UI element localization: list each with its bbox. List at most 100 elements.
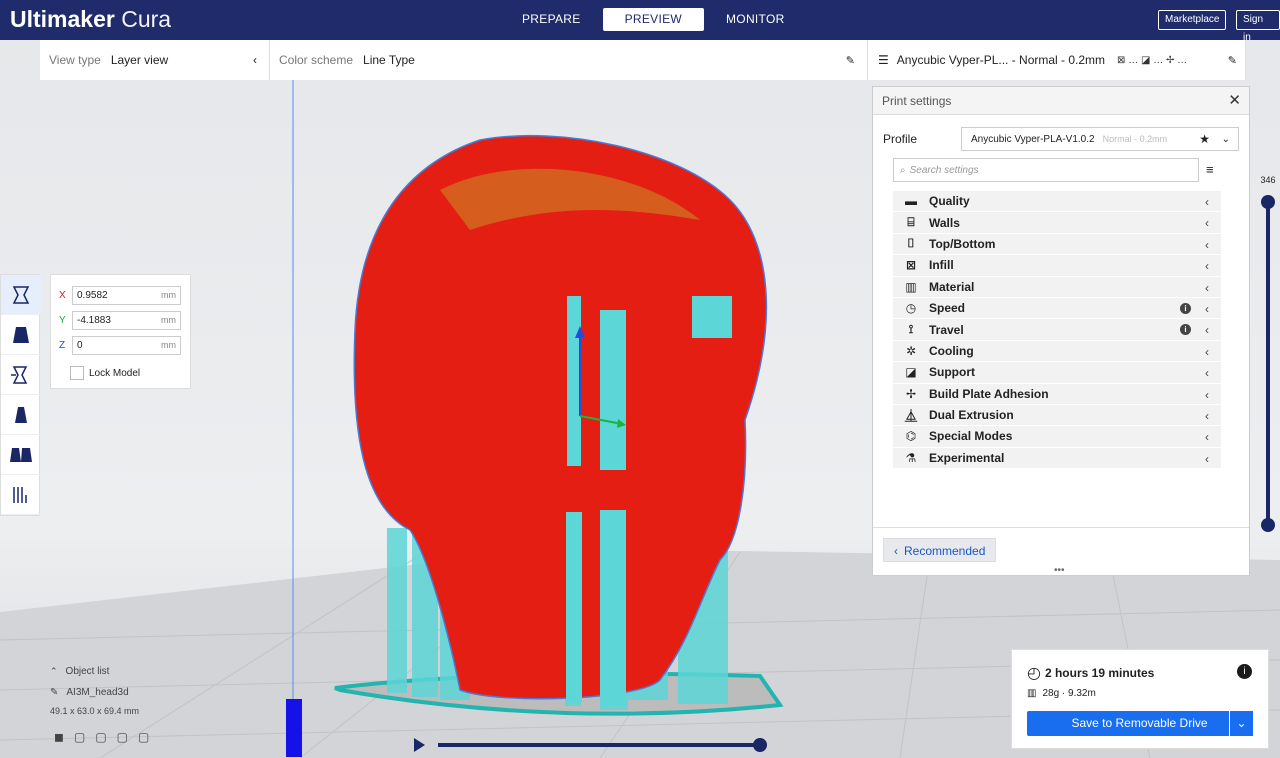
- print-time: 2 hours 19 minutes: [1044, 666, 1155, 680]
- per-model-settings-tool[interactable]: [1, 435, 41, 475]
- category-build-plate-adhesion[interactable]: ✢ Build Plate Adhesion ‹: [893, 383, 1221, 405]
- category-speed[interactable]: ◷ Speed i ‹: [893, 297, 1221, 320]
- chevron-down-icon[interactable]: ⌄: [1229, 711, 1253, 736]
- y-unit: mm: [161, 315, 176, 325]
- search-icon: ⌕: [900, 164, 906, 176]
- category-material[interactable]: ▥ Material ‹: [893, 276, 1221, 298]
- object-name: AI3M_head3d: [66, 687, 129, 698]
- marketplace-button[interactable]: Marketplace: [1158, 10, 1227, 30]
- profile-value: Anycubic Vyper-PLA-V1.0.2: [971, 133, 1095, 145]
- print-time-row: ◴ 2 hours 19 minutes: [1027, 663, 1154, 683]
- z-unit: mm: [161, 340, 176, 350]
- color-scheme-value: Line Type: [363, 53, 415, 67]
- chevron-left-icon: ‹: [1205, 301, 1209, 316]
- category-top-bottom[interactable]: ⌷ Top/Bottom ‹: [893, 233, 1221, 256]
- color-scheme-label: Color scheme: [279, 53, 354, 67]
- info-icon[interactable]: i: [1237, 664, 1252, 679]
- right-view-icon[interactable]: ▢: [138, 730, 149, 744]
- category-infill[interactable]: ⊠ Infill ‹: [893, 255, 1221, 277]
- z-coordinate: Z 0 mm: [59, 335, 181, 355]
- 3d-view-icon[interactable]: ◼: [54, 730, 64, 744]
- app-logo: Ultimaker Cura: [10, 6, 172, 32]
- layer-max-value: 346: [1260, 175, 1276, 185]
- chevron-left-icon: ‹: [1205, 259, 1209, 274]
- profile-sub: Normal - 0.2mm: [1102, 134, 1168, 144]
- save-to-drive-button[interactable]: Save to Removable Drive: [1027, 711, 1252, 736]
- sign-in-button[interactable]: Sign in: [1236, 10, 1280, 43]
- close-icon[interactable]: ✕: [1228, 87, 1241, 115]
- x-value: 0.9582: [77, 289, 108, 301]
- axis-indicator: [286, 699, 302, 757]
- rotate-tool[interactable]: [1, 355, 41, 395]
- pencil-icon[interactable]: ✎: [1228, 54, 1237, 67]
- category-dual-extrusion[interactable]: ⏅ Dual Extrusion ‹: [893, 404, 1221, 427]
- stage-monitor[interactable]: MONITOR: [704, 8, 807, 31]
- path-slider-handle[interactable]: [753, 738, 767, 752]
- stage-prepare[interactable]: PREPARE: [500, 8, 603, 31]
- material-usage: 28g · 9.32m: [1042, 688, 1096, 699]
- view-type-bar[interactable]: View type Layer view ‹: [40, 40, 270, 80]
- view-type-label: View type: [49, 53, 101, 67]
- y-input[interactable]: -4.1883 mm: [72, 310, 181, 330]
- object-list-title: Object list: [65, 666, 110, 677]
- layer-slider-bottom-handle[interactable]: [1261, 518, 1275, 532]
- x-input[interactable]: 0.9582 mm: [72, 285, 181, 305]
- print-result-panel: ◴ 2 hours 19 minutes i ▥ 28g · 9.32m Sav…: [1011, 649, 1269, 749]
- panel-resize-handle[interactable]: •••: [1054, 565, 1065, 576]
- search-settings-input[interactable]: ⌕ Search settings: [893, 158, 1199, 182]
- pencil-icon[interactable]: ✎: [846, 54, 855, 67]
- recommended-label: Recommended: [904, 544, 986, 558]
- object-list-toggle[interactable]: ⌃ Object list: [50, 666, 149, 677]
- category-cooling[interactable]: ✲ Cooling ‹: [893, 340, 1221, 363]
- printer-settings-bar[interactable]: ☰ Anycubic Vyper-PL... - Normal - 0.2mm …: [868, 40, 1246, 80]
- category-quality[interactable]: ▬ Quality ‹: [893, 191, 1221, 213]
- info-icon[interactable]: i: [1180, 302, 1191, 314]
- category-walls[interactable]: ⌸ Walls ‹: [893, 212, 1221, 234]
- x-unit: mm: [161, 290, 176, 300]
- lock-model[interactable]: Lock Model: [70, 366, 140, 380]
- category-experimental[interactable]: ⚗ Experimental ‹: [893, 447, 1221, 470]
- mirror-tool[interactable]: [1, 395, 41, 435]
- pencil-icon[interactable]: ✎: [50, 687, 58, 698]
- chevron-left-icon: ‹: [1205, 430, 1209, 445]
- front-view-icon[interactable]: ▢: [74, 730, 85, 744]
- category-label: Special Modes: [929, 429, 1013, 444]
- dual-extrusion-icon: ⏅: [904, 408, 917, 423]
- left-view-icon[interactable]: ▢: [117, 730, 128, 744]
- profile-dropdown[interactable]: Anycubic Vyper-PLA-V1.0.2 Normal - 0.2mm…: [961, 127, 1239, 151]
- profile-row: Profile Anycubic Vyper-PLA-V1.0.2 Normal…: [883, 127, 1243, 151]
- move-panel: X 0.9582 mm Y -4.1883 mm Z 0 mm Lock Model: [50, 274, 191, 389]
- x-coordinate: X 0.9582 mm: [59, 285, 181, 305]
- move-tool[interactable]: [1, 275, 41, 315]
- chevron-down-icon[interactable]: ⌄: [1222, 134, 1230, 145]
- category-travel[interactable]: ⟟ Travel i ‹: [893, 319, 1221, 341]
- layer-slider[interactable]: 346: [1258, 175, 1278, 535]
- walls-icon: ⌸: [907, 215, 915, 230]
- material-row: ▥ 28g · 9.32m: [1027, 688, 1096, 699]
- info-icon[interactable]: i: [1180, 324, 1191, 336]
- support-blocker-tool[interactable]: [1, 475, 41, 515]
- settings-categories: ▬ Quality ‹ ⌸ Walls ‹ ⌷ Top/Bottom ‹ ⊠ Infill ‹ …: [893, 191, 1221, 470]
- chevron-left-icon[interactable]: ‹: [253, 53, 257, 67]
- move-icon: [12, 285, 30, 304]
- layer-slider-top-handle[interactable]: [1261, 195, 1275, 209]
- scale-tool[interactable]: [1, 315, 41, 355]
- clock-icon: ◴: [1027, 665, 1041, 682]
- category-special-modes[interactable]: ⌬ Special Modes ‹: [893, 426, 1221, 448]
- quality-icon: ☰: [878, 53, 889, 67]
- category-support[interactable]: ◪ Support ‹: [893, 362, 1221, 384]
- z-input[interactable]: 0 mm: [72, 335, 181, 355]
- layer-slider-track[interactable]: [1266, 199, 1270, 527]
- chevron-left-icon: ‹: [1205, 344, 1209, 359]
- lock-model-checkbox[interactable]: [70, 366, 84, 380]
- star-icon[interactable]: ★: [1199, 132, 1210, 146]
- category-label: Build Plate Adhesion: [929, 386, 1049, 401]
- top-view-icon[interactable]: ▢: [95, 730, 106, 744]
- category-label: Support: [929, 365, 975, 380]
- color-scheme-bar[interactable]: Color scheme Line Type ✎: [270, 40, 868, 80]
- chevron-left-icon: ‹: [1205, 323, 1209, 338]
- menu-icon[interactable]: ≡: [1206, 162, 1214, 177]
- recommended-button[interactable]: ‹ Recommended: [883, 538, 997, 562]
- stage-preview[interactable]: PREVIEW: [602, 8, 705, 31]
- material-icon: ▥: [905, 279, 917, 294]
